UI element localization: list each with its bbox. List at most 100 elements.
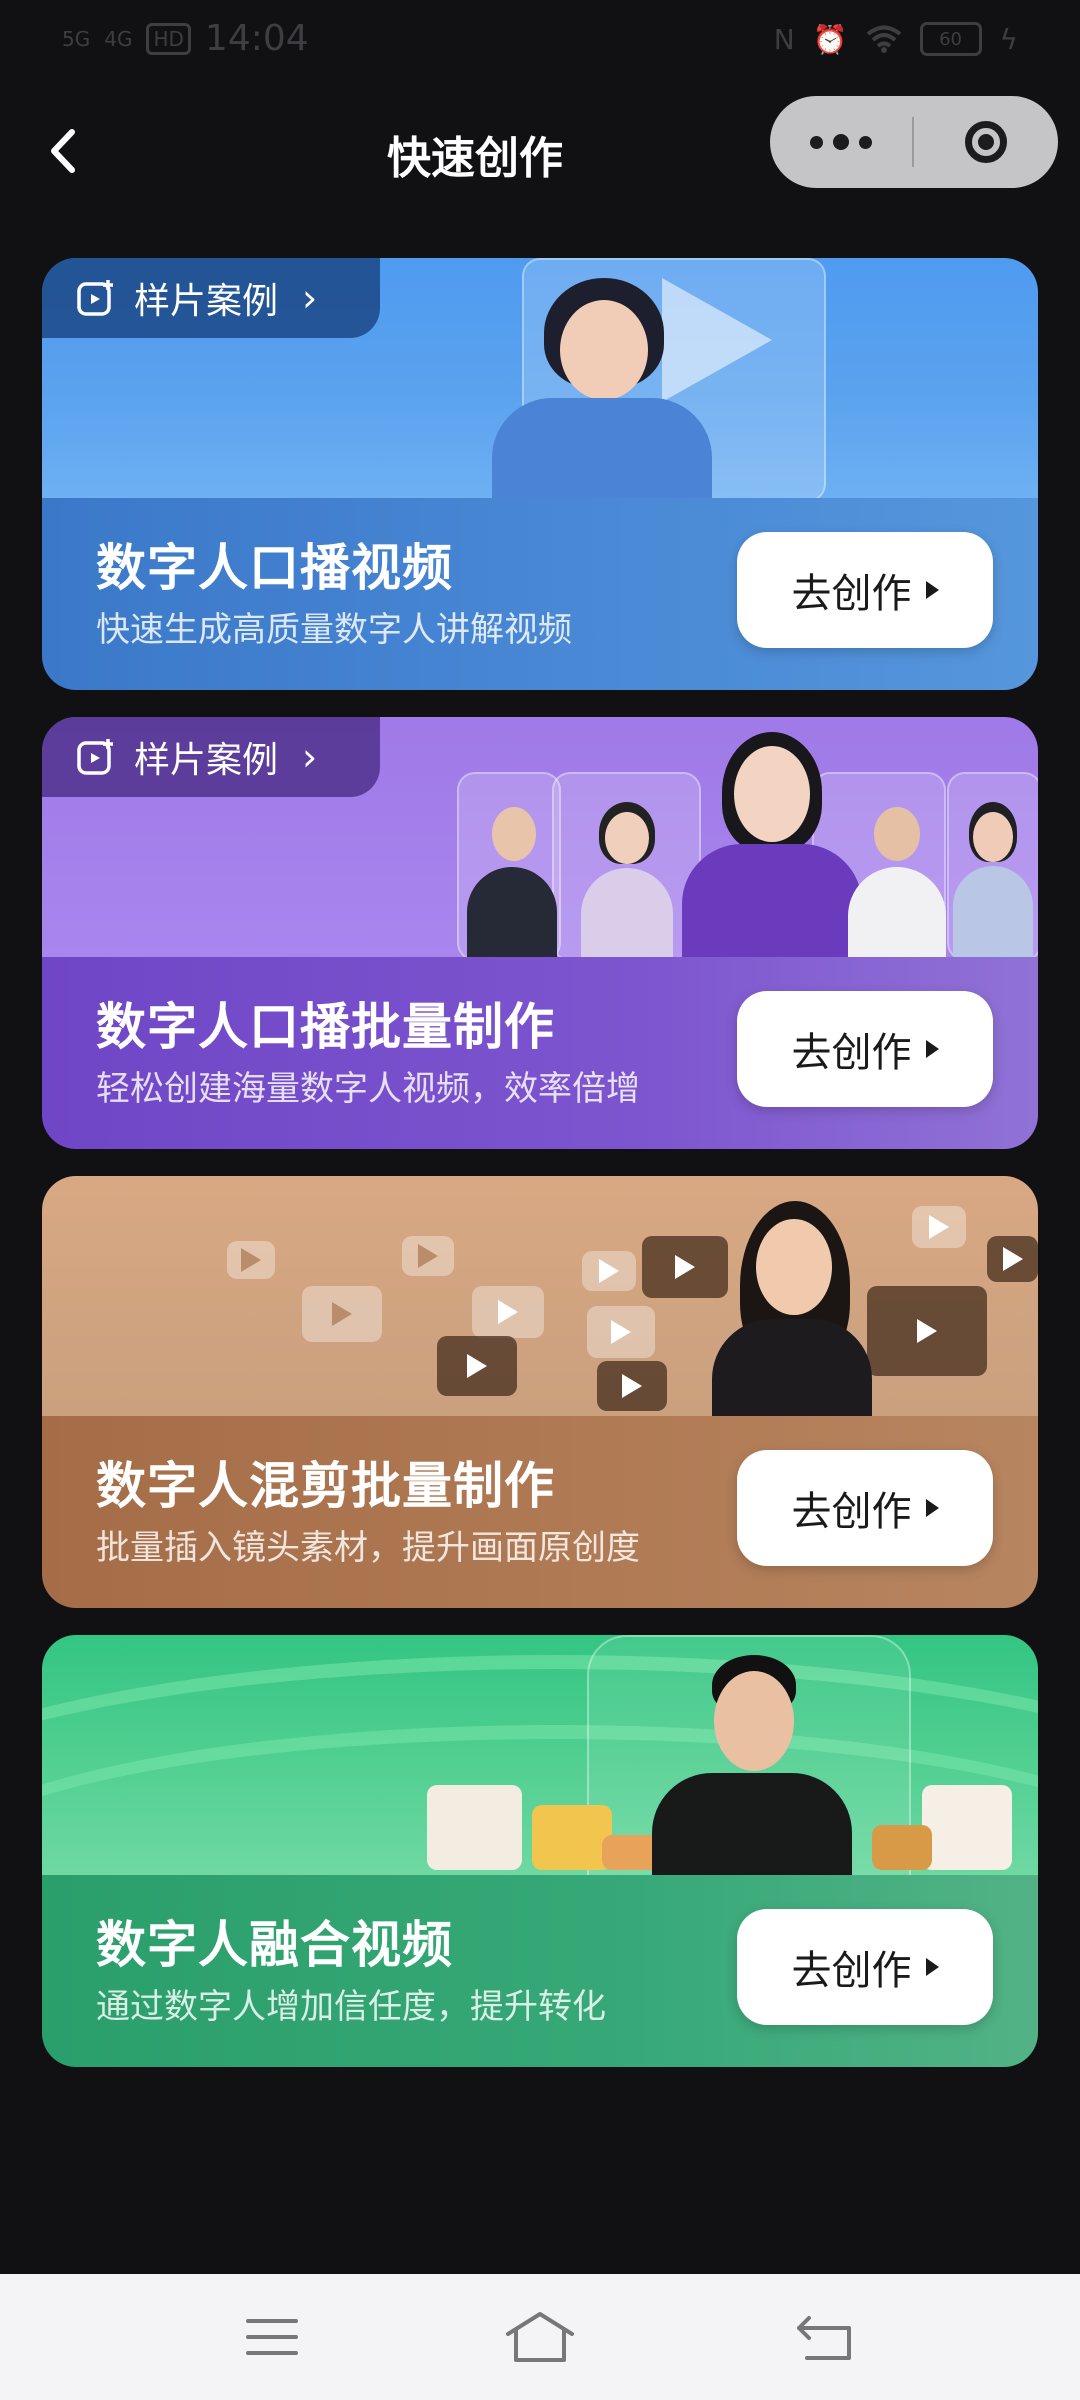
play-triangle-icon [925, 1499, 939, 1517]
create-button-label: 去创作 [791, 1489, 912, 1535]
presenter-figure [642, 1655, 862, 1878]
presenter-body [682, 844, 862, 959]
video-add-icon [77, 739, 113, 775]
create-button-label: 去创作 [791, 1948, 912, 1994]
presenter-body [712, 1319, 872, 1419]
card-title: 数字人口播批量制作 [96, 998, 555, 1056]
card-info: 数字人融合视频 通过数字人增加信任度，提升转化 去创作 [42, 1875, 1038, 2067]
card-info: 数字人混剪批量制作 批量插入镜头素材，提升画面原创度 去创作 [42, 1416, 1038, 1608]
play-triangle-icon [925, 1958, 939, 1976]
video-tile-icon [587, 1306, 655, 1358]
sample-case-label: 样片案例 [134, 281, 279, 322]
status-right: N ⏰ 60 ϟ [774, 22, 1018, 56]
target-close-icon [965, 121, 1007, 163]
presenter-body [652, 1773, 852, 1878]
presenter-face [874, 807, 920, 861]
video-tile-icon [597, 1361, 667, 1411]
presenter-face [973, 812, 1013, 862]
presenter-body [581, 868, 673, 958]
more-button[interactable] [770, 96, 912, 188]
create-button-label: 去创作 [791, 571, 912, 617]
play-triangle-icon [925, 1040, 939, 1058]
create-button[interactable]: 去创作 [737, 1909, 993, 2025]
system-nav-bar [0, 2274, 1080, 2400]
presenter-body [848, 867, 946, 957]
card-mixed-cut-batch[interactable]: 数字人混剪批量制作 批量插入镜头素材，提升画面原创度 去创作 [42, 1176, 1038, 1608]
presenter-body [467, 867, 557, 957]
status-left: 5G 4G HD 14:04 [62, 18, 309, 59]
card-fusion-video[interactable]: 数字人融合视频 通过数字人增加信任度，提升转化 去创作 [42, 1635, 1038, 2067]
wifi-icon [866, 25, 901, 53]
chevron-right-icon: › [302, 735, 318, 779]
menu-icon [246, 2319, 298, 2355]
card-digital-human-video[interactable]: 样片案例 › 数字人口播视频 快速生成高质量数字人讲解视频 去创作 [42, 258, 1038, 690]
home-icon [506, 2312, 574, 2362]
sample-case-label: 样片案例 [134, 740, 279, 781]
more-dot-right [859, 135, 872, 149]
menu-button[interactable] [232, 2304, 312, 2370]
presenter-face [560, 300, 648, 400]
video-tile-icon [472, 1286, 544, 1338]
snack-bowl [872, 1825, 932, 1870]
close-button[interactable] [914, 96, 1058, 188]
card-subtitle: 通过数字人增加信任度，提升转化 [96, 1987, 606, 2027]
presenter-body [953, 866, 1033, 958]
card-info: 数字人口播批量制作 轻松创建海量数字人视频，效率倍增 去创作 [42, 957, 1038, 1149]
video-tile-icon [582, 1251, 636, 1291]
video-tile-icon [912, 1206, 966, 1248]
return-button[interactable] [785, 2304, 865, 2370]
create-button[interactable]: 去创作 [737, 991, 993, 1107]
presenter-figure [947, 802, 1038, 958]
more-dot-center [833, 134, 849, 150]
card-info: 数字人口播视频 快速生成高质量数字人讲解视频 去创作 [42, 498, 1038, 690]
alarm-icon: ⏰ [812, 22, 848, 56]
nfc-icon: N [773, 22, 795, 56]
status-time: 14:04 [204, 18, 309, 59]
presenter-figure [422, 278, 782, 508]
video-tile-icon [402, 1236, 454, 1276]
video-tile-icon [987, 1236, 1038, 1282]
return-icon [797, 2316, 851, 2360]
create-button[interactable]: 去创作 [737, 532, 993, 648]
chevron-right-icon: › [302, 276, 318, 320]
video-tile-icon [437, 1336, 517, 1396]
snack-package [427, 1785, 522, 1870]
card-subtitle: 轻松创建海量数字人视频，效率倍增 [96, 1069, 640, 1109]
battery-icon: 60 [919, 22, 982, 56]
video-add-icon [77, 280, 113, 316]
card-banner-image [42, 1635, 1038, 2013]
presenter-body [492, 398, 712, 508]
hd-badge: HD [146, 22, 191, 55]
more-dots-icon [810, 135, 823, 149]
card-title: 数字人口播视频 [96, 539, 453, 597]
mini-program-capsule [770, 96, 1058, 188]
presenter-face [714, 1671, 794, 1771]
status-bar: 5G 4G HD 14:04 N ⏰ 60 ϟ [0, 0, 1080, 80]
network-5g: 5G [62, 26, 91, 51]
presenter-face [492, 807, 536, 861]
home-button[interactable] [500, 2304, 580, 2370]
card-subtitle: 批量插入镜头素材，提升画面原创度 [96, 1528, 640, 1568]
presenter-figure [692, 1201, 892, 1419]
network-4g: 4G [104, 26, 133, 51]
nav-bar: 快速创作 [0, 96, 1080, 206]
card-title: 数字人混剪批量制作 [96, 1457, 555, 1515]
presenter-face [756, 1219, 832, 1315]
sample-case-tag[interactable]: 样片案例 › [42, 258, 380, 338]
create-button-label: 去创作 [791, 1030, 912, 1076]
charging-icon: ϟ [999, 22, 1018, 56]
presenter-figure [462, 797, 562, 957]
video-tile-icon [302, 1286, 382, 1342]
presenter-face [605, 812, 649, 864]
snack-package [922, 1785, 1012, 1870]
card-banner-image [42, 1176, 1038, 1419]
card-batch-video[interactable]: 样片案例 › 数字人口播批量制作 轻松创建海量数字人视频，效率倍增 去创作 [42, 717, 1038, 1149]
snack-package [532, 1805, 612, 1870]
presenter-face [734, 746, 810, 842]
sample-case-tag[interactable]: 样片案例 › [42, 717, 380, 797]
create-button[interactable]: 去创作 [737, 1450, 993, 1566]
card-subtitle: 快速生成高质量数字人讲解视频 [96, 610, 572, 650]
video-tile-icon [227, 1241, 275, 1279]
presenter-figure [842, 797, 952, 957]
play-triangle-icon [925, 581, 939, 599]
